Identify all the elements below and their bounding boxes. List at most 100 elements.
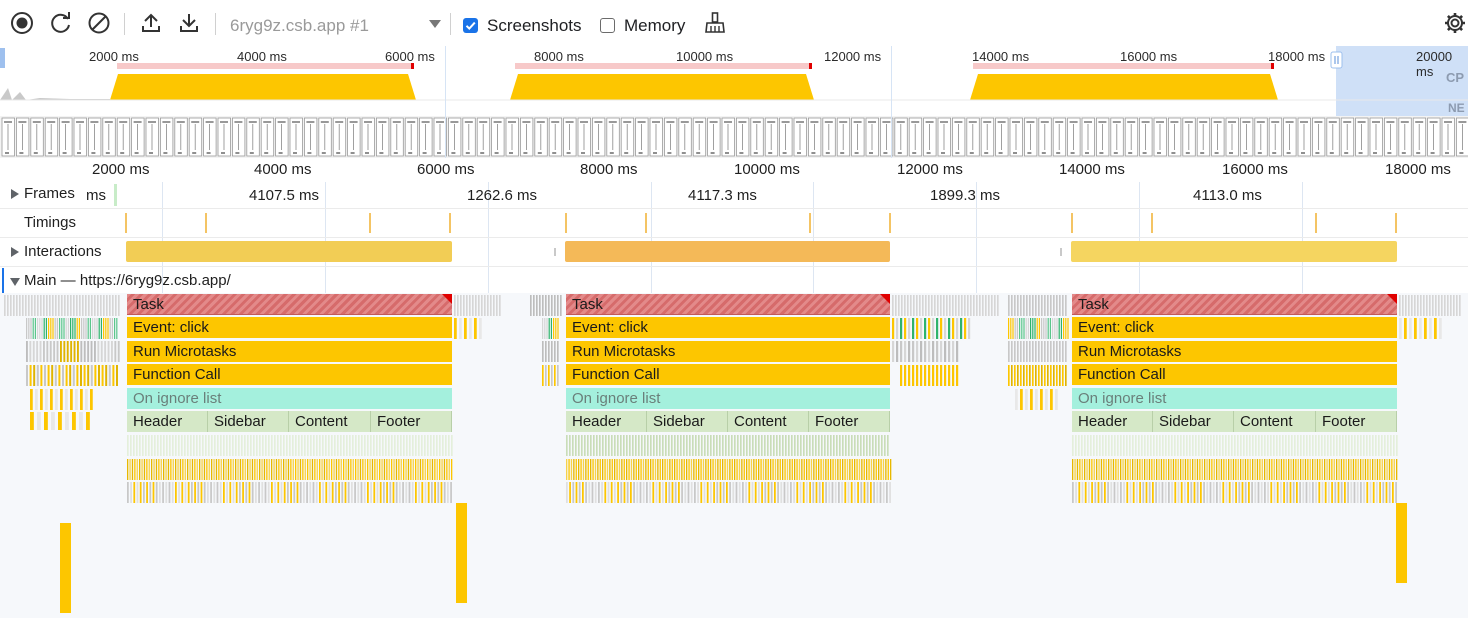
call-sliver (168, 482, 171, 503)
content-component-block[interactable]: Content (728, 411, 809, 432)
event-click-block[interactable]: Event: click (566, 317, 890, 338)
call-sliver (608, 435, 610, 456)
call-sliver (1345, 435, 1347, 456)
timeline-overview[interactable]: 2000 ms 4000 ms 6000 ms 8000 ms 10000 ms… (0, 46, 1468, 158)
ignore-list-block[interactable]: On ignore list (127, 388, 452, 409)
call-sliver (55, 389, 58, 410)
screenshot-thumbnail (707, 117, 721, 157)
call-sliver (928, 365, 931, 386)
call-sliver (777, 482, 779, 503)
header-component-block[interactable]: Header (1072, 411, 1153, 432)
call-sliver (1379, 459, 1381, 480)
call-sliver (1020, 341, 1022, 362)
screenshot-thumbnail (131, 117, 145, 157)
screenshots-checkbox[interactable] (463, 18, 478, 33)
interaction-bar[interactable] (126, 241, 452, 262)
footer-component-block[interactable]: Footer (1316, 411, 1397, 432)
collect-garbage-button[interactable] (702, 10, 728, 36)
call-sliver (722, 435, 724, 456)
run-microtasks-block[interactable]: Run Microtasks (566, 341, 890, 362)
frame-duration[interactable]: 1899.3 ms (930, 187, 1000, 204)
event-click-block[interactable]: Event: click (127, 317, 452, 338)
frame-duration[interactable]: ms (86, 187, 106, 204)
call-sliver (860, 482, 863, 503)
call-sliver (533, 295, 535, 316)
call-sliver (1324, 459, 1326, 480)
event-click-block[interactable]: Event: click (1072, 317, 1397, 338)
ignore-list-block[interactable]: On ignore list (566, 388, 890, 409)
call-sliver (818, 482, 821, 503)
save-profile-button[interactable] (176, 10, 202, 36)
load-profile-button[interactable] (138, 10, 164, 36)
call-sliver (934, 295, 936, 316)
frames-track-label[interactable]: Frames (24, 185, 75, 202)
task-block[interactable]: Task (1072, 294, 1397, 315)
call-sliver (746, 459, 748, 480)
call-sliver (46, 295, 48, 316)
screenshot-thumbnail (995, 117, 1009, 157)
sidebar-component-block[interactable]: Sidebar (647, 411, 728, 432)
function-call-block[interactable]: Function Call (1072, 364, 1397, 385)
collapse-main-icon[interactable] (10, 278, 20, 286)
call-sliver (1292, 459, 1295, 480)
frame-duration[interactable]: 4107.5 ms (249, 187, 319, 204)
call-sliver (54, 365, 57, 386)
call-sliver (105, 365, 108, 386)
record-button[interactable] (9, 10, 35, 36)
call-sliver (932, 318, 935, 339)
call-sliver (1257, 482, 1260, 503)
call-sliver (369, 459, 371, 480)
call-sliver (412, 459, 414, 480)
profile-select[interactable]: 6ryg9z.csb.app #1 (230, 16, 369, 36)
interaction-bar[interactable] (565, 241, 890, 262)
task-block[interactable]: Task (566, 294, 890, 315)
expand-interactions-icon[interactable] (11, 247, 19, 257)
call-sliver (417, 459, 419, 480)
call-sliver (1382, 482, 1385, 503)
interaction-bar[interactable] (1071, 241, 1397, 262)
run-microtasks-block[interactable]: Run Microtasks (1072, 341, 1397, 362)
call-sliver (32, 341, 35, 362)
call-sliver (1243, 435, 1245, 456)
call-sliver (421, 435, 423, 456)
frame-duration[interactable]: 4113.0 ms (1193, 187, 1262, 204)
call-sliver (1187, 482, 1189, 503)
memory-label[interactable]: Memory (624, 16, 685, 36)
interactions-track-label[interactable]: Interactions (24, 243, 102, 260)
chevron-down-icon[interactable] (429, 20, 441, 28)
frame-duration[interactable]: 1262.6 ms (467, 187, 537, 204)
content-component-block[interactable]: Content (289, 411, 371, 432)
content-component-block[interactable]: Content (1234, 411, 1316, 432)
call-sliver (1010, 318, 1012, 339)
settings-button[interactable] (1442, 10, 1468, 36)
main-track-label[interactable]: Main — https://6ryg9z.csb.app/ (24, 272, 231, 289)
header-component-block[interactable]: Header (566, 411, 647, 432)
call-sliver (1348, 435, 1350, 456)
call-sliver (803, 435, 805, 456)
call-sliver (66, 341, 69, 362)
call-sliver (340, 459, 342, 480)
frame-duration[interactable]: 4117.3 ms (688, 187, 757, 204)
ignore-list-block[interactable]: On ignore list (1072, 388, 1397, 409)
task-block[interactable]: Task (127, 294, 452, 315)
reload-record-button[interactable] (48, 10, 74, 36)
footer-component-block[interactable]: Footer (371, 411, 452, 432)
sidebar-component-block[interactable]: Sidebar (1153, 411, 1234, 432)
header-component-block[interactable]: Header (127, 411, 208, 432)
call-sliver (940, 365, 943, 386)
footer-component-block[interactable]: Footer (809, 411, 890, 432)
memory-checkbox[interactable] (600, 18, 615, 33)
call-sliver (788, 435, 790, 456)
call-sliver (994, 295, 996, 316)
clear-button[interactable] (86, 10, 112, 36)
function-call-block[interactable]: Function Call (566, 364, 890, 385)
call-sliver (445, 435, 447, 456)
expand-frames-icon[interactable] (11, 189, 19, 199)
sidebar-component-block[interactable]: Sidebar (208, 411, 289, 432)
function-call-block[interactable]: Function Call (127, 364, 452, 385)
run-microtasks-block[interactable]: Run Microtasks (127, 341, 452, 362)
call-sliver (705, 459, 707, 480)
call-sliver (392, 482, 395, 503)
call-sliver (1270, 435, 1272, 456)
screenshots-label[interactable]: Screenshots (487, 16, 582, 36)
